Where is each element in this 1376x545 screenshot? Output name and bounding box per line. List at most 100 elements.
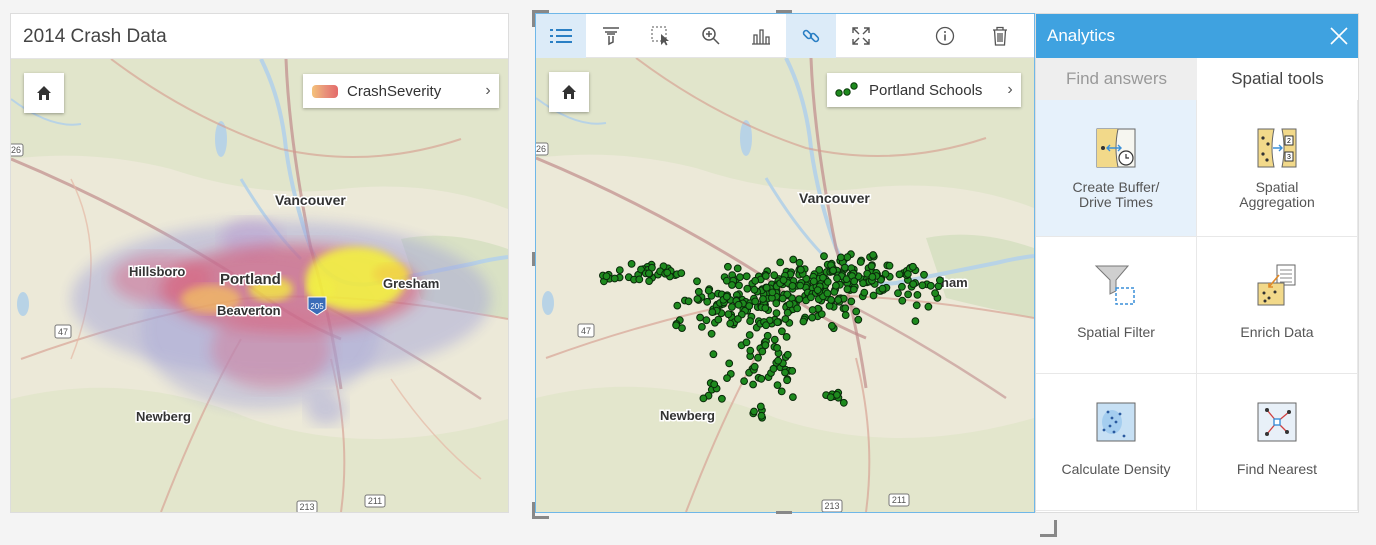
school-point[interactable]	[843, 285, 852, 294]
school-point[interactable]	[610, 274, 619, 283]
school-point[interactable]	[781, 315, 790, 323]
school-point[interactable]	[869, 291, 878, 300]
school-point[interactable]	[693, 277, 701, 286]
school-point[interactable]	[714, 315, 723, 324]
school-point[interactable]	[743, 284, 752, 293]
expand-button[interactable]	[836, 14, 886, 58]
school-point[interactable]	[762, 321, 770, 330]
school-point[interactable]	[725, 359, 734, 368]
crash-heatmap[interactable]: Vancouver Hillsboro Portland Beaverton G…	[11, 59, 508, 512]
school-point[interactable]	[728, 281, 736, 289]
school-point[interactable]	[795, 258, 804, 267]
school-point[interactable]	[860, 288, 869, 297]
school-point[interactable]	[912, 301, 921, 310]
school-point[interactable]	[807, 293, 815, 302]
school-point[interactable]	[894, 289, 902, 298]
school-point[interactable]	[795, 295, 804, 304]
school-point[interactable]	[839, 398, 848, 407]
school-point[interactable]	[783, 350, 792, 359]
school-point[interactable]	[663, 268, 672, 277]
school-point[interactable]	[773, 344, 782, 352]
school-point[interactable]	[909, 262, 917, 271]
school-point[interactable]	[707, 329, 716, 338]
home-button[interactable]	[24, 73, 64, 113]
visualization-button[interactable]	[736, 14, 786, 58]
school-point[interactable]	[745, 331, 754, 339]
school-point[interactable]	[852, 307, 861, 316]
school-point[interactable]	[684, 297, 693, 306]
school-point[interactable]	[856, 258, 865, 266]
school-point[interactable]	[920, 270, 928, 279]
tab-find-answers[interactable]: Find answers	[1036, 58, 1197, 100]
school-point[interactable]	[796, 281, 805, 290]
school-point[interactable]	[909, 280, 918, 289]
school-point[interactable]	[776, 258, 785, 267]
school-point[interactable]	[770, 335, 779, 344]
school-point[interactable]	[781, 368, 789, 377]
link-button[interactable]	[786, 13, 836, 58]
school-point[interactable]	[708, 308, 717, 317]
school-point[interactable]	[693, 295, 702, 303]
school-point[interactable]	[762, 283, 771, 292]
tool-spatial-filter[interactable]: Spatial Filter	[1036, 237, 1197, 374]
school-point[interactable]	[799, 317, 808, 326]
school-point[interactable]	[854, 315, 863, 324]
school-point[interactable]	[722, 292, 731, 301]
school-point[interactable]	[750, 407, 758, 416]
school-point[interactable]	[826, 393, 835, 402]
school-point[interactable]	[718, 394, 726, 403]
school-point[interactable]	[788, 367, 797, 375]
select-button[interactable]	[636, 14, 686, 58]
school-point[interactable]	[696, 313, 705, 322]
school-point[interactable]	[672, 321, 681, 330]
school-point[interactable]	[761, 304, 770, 313]
info-button[interactable]	[916, 14, 974, 58]
school-point[interactable]	[724, 262, 732, 271]
school-point[interactable]	[694, 287, 703, 296]
school-point[interactable]	[868, 273, 877, 281]
school-point[interactable]	[726, 319, 735, 328]
school-point[interactable]	[878, 284, 887, 293]
school-point[interactable]	[757, 374, 766, 383]
school-point[interactable]	[734, 315, 742, 323]
school-point[interactable]	[723, 374, 731, 383]
school-point[interactable]	[850, 277, 859, 286]
school-point[interactable]	[777, 387, 786, 396]
school-point[interactable]	[774, 356, 783, 365]
school-point[interactable]	[841, 311, 850, 320]
school-point[interactable]	[746, 317, 755, 326]
school-point[interactable]	[828, 322, 836, 330]
school-point[interactable]	[772, 309, 781, 318]
school-point[interactable]	[898, 296, 907, 305]
school-point[interactable]	[849, 285, 858, 294]
school-point[interactable]	[740, 377, 749, 386]
school-point[interactable]	[615, 266, 624, 275]
school-point[interactable]	[834, 296, 843, 304]
school-point[interactable]	[709, 350, 718, 359]
tool-calculate-density[interactable]: Calculate Density	[1036, 374, 1197, 511]
school-point[interactable]	[645, 277, 653, 286]
school-point[interactable]	[745, 302, 754, 310]
school-point[interactable]	[823, 278, 832, 286]
school-point[interactable]	[911, 317, 920, 326]
school-point[interactable]	[749, 380, 758, 389]
school-point[interactable]	[756, 402, 765, 411]
zoom-button[interactable]	[686, 14, 736, 58]
filter-button[interactable]	[586, 14, 636, 58]
school-point[interactable]	[773, 381, 782, 390]
school-point[interactable]	[751, 276, 760, 285]
school-point[interactable]	[768, 288, 777, 297]
school-point[interactable]	[918, 281, 927, 290]
school-point[interactable]	[808, 306, 817, 314]
close-button[interactable]	[1330, 27, 1348, 45]
school-point[interactable]	[724, 310, 733, 319]
school-point[interactable]	[796, 265, 805, 274]
school-point[interactable]	[793, 304, 802, 313]
school-point[interactable]	[735, 281, 743, 290]
school-point[interactable]	[924, 302, 933, 311]
school-point[interactable]	[769, 364, 778, 373]
school-point[interactable]	[936, 276, 944, 285]
resize-handle-bottom[interactable]	[776, 511, 792, 514]
school-point[interactable]	[867, 262, 876, 271]
resize-handle-top-left[interactable]	[532, 10, 549, 27]
